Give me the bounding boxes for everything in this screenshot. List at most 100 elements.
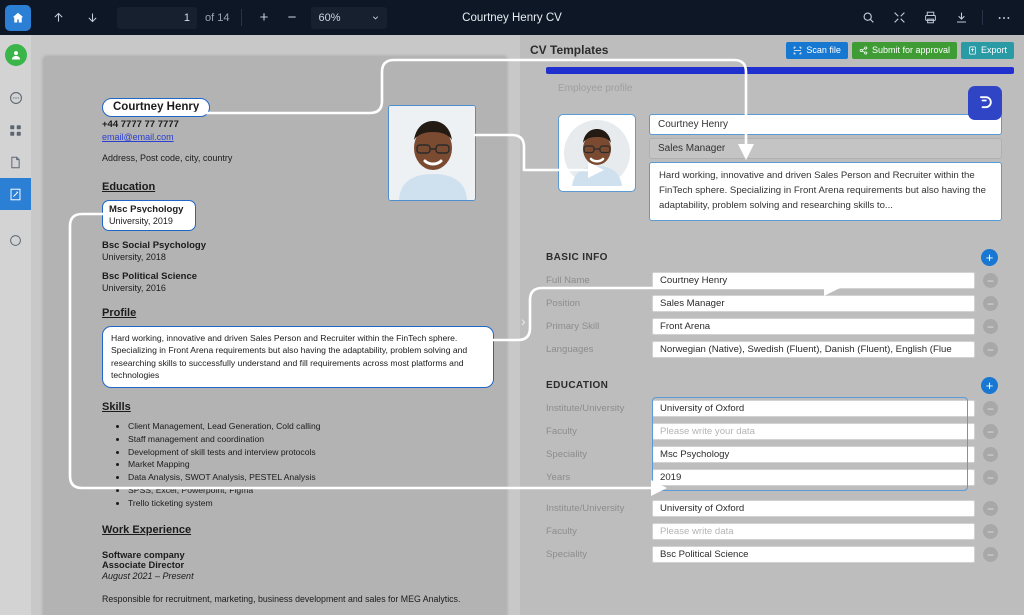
institute-input[interactable]: University of Oxford bbox=[652, 500, 975, 518]
list-item: Staff management and coordination bbox=[128, 433, 452, 446]
cv-work-company: Software company bbox=[102, 550, 185, 561]
chat-icon bbox=[9, 92, 22, 104]
fullscreen-icon[interactable] bbox=[886, 5, 912, 31]
education-section: EDUCATION + Institute/University Univers… bbox=[546, 375, 998, 566]
submit-for-approval-button[interactable]: Submit for approval bbox=[851, 41, 957, 59]
add-basic-info-button[interactable]: + bbox=[981, 249, 998, 267]
cv-templates-panel: CV Templates Scan file Submit for approv… bbox=[520, 35, 1024, 615]
list-item: Client Management, Lead Generation, Cold… bbox=[128, 420, 452, 433]
panel-header: CV Templates Scan file Submit for approv… bbox=[520, 35, 1024, 65]
export-icon bbox=[969, 45, 976, 55]
more-icon[interactable] bbox=[991, 5, 1017, 31]
download-icon[interactable] bbox=[948, 5, 974, 31]
page-nav bbox=[45, 5, 105, 31]
faculty-input[interactable]: Please write your data bbox=[652, 423, 975, 441]
cv-education-school: University, 2018 bbox=[102, 252, 166, 262]
remove-row-button[interactable]: − bbox=[983, 447, 998, 463]
cv-education-school: University, 2016 bbox=[102, 283, 166, 293]
remove-row-button[interactable]: − bbox=[983, 424, 998, 440]
cv-education-degree: Msc Psychology bbox=[109, 204, 184, 215]
full-name-input[interactable]: Courtney Henry bbox=[652, 272, 975, 290]
list-item: Trello ticketing system bbox=[128, 497, 452, 510]
field-label: Institute/University bbox=[546, 503, 625, 515]
list-item: Data Analysis, SWOT Analysis, PESTEL Ana… bbox=[128, 471, 452, 484]
basic-info-title: BASIC INFO bbox=[546, 252, 608, 264]
cv-work-role: Associate Director bbox=[102, 560, 185, 571]
employee-profile-card: Employee profile Courtney Henry Sales Ma… bbox=[546, 74, 1014, 233]
sidebar-item-documents[interactable] bbox=[0, 146, 31, 178]
cv-work-heading: Work Experience bbox=[102, 524, 192, 537]
field-label: Languages bbox=[546, 344, 594, 356]
field-label: Speciality bbox=[546, 549, 588, 561]
employee-bio-field[interactable]: Hard working, innovative and driven Sale… bbox=[649, 162, 1002, 221]
basic-info-header: BASIC INFO + bbox=[546, 247, 998, 269]
faculty-input[interactable]: Please write data bbox=[652, 523, 975, 541]
left-sidebar bbox=[0, 35, 31, 615]
speciality-input[interactable]: Bsc Political Science bbox=[652, 546, 975, 564]
years-input[interactable]: 2019 bbox=[652, 469, 975, 487]
sidebar-item-dashboard[interactable] bbox=[0, 114, 31, 146]
remove-row-button[interactable]: − bbox=[983, 547, 998, 563]
toolbar-divider-2 bbox=[982, 10, 983, 25]
cv-education-school: University, 2019 bbox=[109, 216, 173, 226]
scan-file-button[interactable]: Scan file bbox=[786, 41, 848, 59]
sidebar-item-editor[interactable] bbox=[0, 178, 31, 210]
employee-row: Courtney Henry Sales Manager Hard workin… bbox=[558, 114, 1002, 221]
chevron-down-icon bbox=[373, 16, 379, 20]
remove-row-button[interactable]: − bbox=[983, 470, 998, 486]
languages-input[interactable]: Norwegian (Native), Swedish (Fluent), Da… bbox=[652, 341, 975, 359]
remove-row-button[interactable]: − bbox=[983, 319, 998, 335]
zoom-in-button[interactable]: + bbox=[254, 9, 273, 26]
cv-photo bbox=[388, 105, 476, 201]
form-row: Full Name Courtney Henry − bbox=[546, 270, 998, 292]
zoom-level-select[interactable]: 60% bbox=[311, 6, 388, 29]
remove-row-button[interactable]: − bbox=[983, 524, 998, 540]
institute-input[interactable]: University of Oxford bbox=[652, 400, 975, 418]
education-block-2: Institute/University University of Oxfor… bbox=[546, 498, 998, 566]
position-input[interactable]: Sales Manager bbox=[652, 295, 975, 313]
brand-logo bbox=[968, 86, 1002, 120]
grid-icon bbox=[10, 124, 21, 136]
zoom-out-button[interactable]: − bbox=[282, 9, 301, 26]
top-toolbar: 1 of 14 + − 60% Courtney Henry CV bbox=[0, 0, 1024, 35]
speciality-input[interactable]: Msc Psychology bbox=[652, 446, 975, 464]
cv-education-item: Bsc Social Psychology University, 2018 bbox=[102, 240, 452, 262]
list-item: Market Mapping bbox=[128, 458, 452, 471]
remove-row-button[interactable]: − bbox=[983, 342, 998, 358]
clock-icon bbox=[10, 234, 21, 246]
field-label: Primary Skill bbox=[546, 321, 600, 333]
search-icon[interactable] bbox=[855, 5, 881, 31]
employee-photo[interactable] bbox=[558, 114, 636, 192]
arrow-down-icon[interactable] bbox=[79, 5, 105, 31]
cv-work-dates: August 2021 – Present bbox=[102, 571, 194, 582]
page-number-input[interactable]: 1 bbox=[117, 6, 197, 29]
cv-skills-list: Client Management, Lead Generation, Cold… bbox=[128, 420, 452, 510]
remove-row-button[interactable]: − bbox=[983, 501, 998, 517]
form-row: Speciality Bsc Political Science − bbox=[546, 544, 998, 566]
employee-name-field[interactable]: Courtney Henry bbox=[649, 114, 1002, 135]
home-button[interactable] bbox=[5, 4, 31, 31]
cv-page: Courtney Henry +44 7777 77 7777 email@em… bbox=[44, 57, 506, 615]
primary-skill-input[interactable]: Front Arena bbox=[652, 318, 975, 336]
remove-row-button[interactable]: − bbox=[983, 401, 998, 417]
scan-file-label: Scan file bbox=[806, 45, 841, 55]
toolbar-actions bbox=[855, 5, 1024, 31]
panel-divider-handle[interactable]: › bbox=[521, 313, 526, 329]
field-label: Institute/University bbox=[546, 403, 625, 415]
remove-row-button[interactable]: − bbox=[983, 273, 998, 289]
print-icon[interactable] bbox=[917, 5, 943, 31]
scan-icon bbox=[794, 46, 802, 54]
cv-education-degree: Bsc Political Science bbox=[102, 271, 198, 282]
export-button[interactable]: Export bbox=[960, 41, 1014, 59]
remove-row-button[interactable]: − bbox=[983, 296, 998, 312]
employee-position-field[interactable]: Sales Manager bbox=[649, 138, 1002, 159]
add-education-button[interactable]: + bbox=[981, 377, 998, 395]
sidebar-item-messages[interactable] bbox=[0, 82, 31, 114]
arrow-up-icon[interactable] bbox=[45, 5, 71, 31]
sidebar-item-history[interactable] bbox=[0, 224, 31, 256]
document-viewer[interactable]: Courtney Henry +44 7777 77 7777 email@em… bbox=[31, 35, 520, 615]
field-label: Full Name bbox=[546, 275, 590, 287]
cv-name: Courtney Henry bbox=[102, 98, 211, 117]
avatar[interactable] bbox=[4, 44, 27, 66]
education-header: EDUCATION + bbox=[546, 375, 998, 397]
